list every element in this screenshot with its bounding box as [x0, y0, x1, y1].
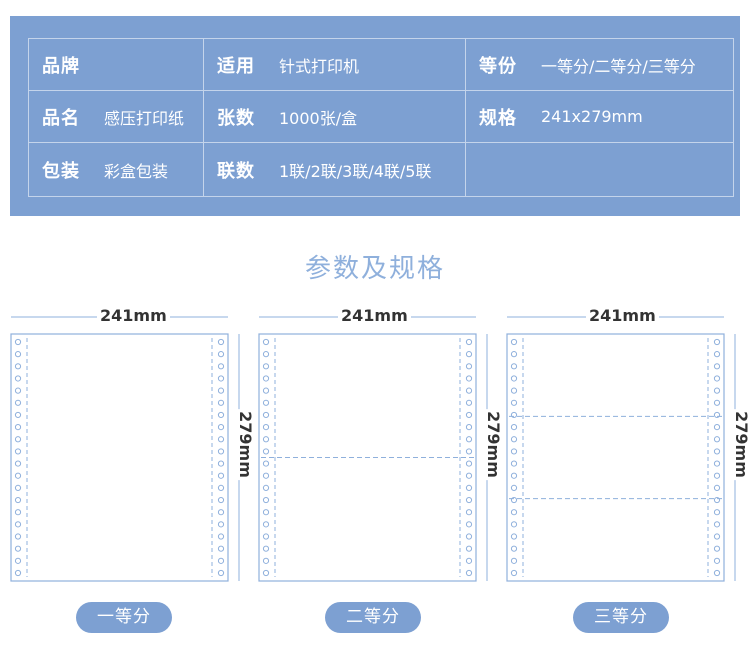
spec-cell-size: 规格 241x279mm: [466, 91, 733, 143]
paper-diagram-1: 241mm 279mm: [10, 300, 255, 600]
width-label: 241mm: [97, 306, 170, 325]
spec-cell-product-name: 品名 感压打印纸: [29, 91, 204, 143]
spec-value: 241x279mm: [541, 107, 643, 126]
spec-cell-sheets: 张数 1000张/盒: [204, 91, 466, 143]
spec-cell-applicable: 适用 针式打印机: [204, 39, 466, 91]
paper-sheet-3: [506, 316, 736, 582]
paper-diagram-3: 241mm 279mm: [506, 300, 750, 600]
caption-pill-3: 三等分: [573, 602, 669, 633]
spec-value: 彩盒包装: [104, 161, 169, 181]
caption-pill-2: 二等分: [325, 602, 421, 633]
section-title: 参数及规格: [304, 254, 445, 284]
spec-value: 针式打印机: [279, 56, 360, 76]
caption-pill-1: 一等分: [76, 602, 172, 633]
spec-key: 品牌: [42, 55, 80, 77]
spec-key: 规格: [479, 107, 517, 129]
height-label: 279mm: [731, 409, 750, 480]
spec-value: 感压打印纸: [104, 108, 185, 128]
height-label: 279mm: [235, 409, 255, 480]
paper-diagram-2: 241mm 279mm: [258, 300, 503, 600]
spec-value: 1000张/盒: [279, 108, 358, 128]
spec-value: 一等分/二等分/三等分: [541, 56, 696, 76]
spec-key: 品名: [42, 107, 80, 129]
spec-key: 等份: [479, 55, 517, 77]
spec-key: 适用: [217, 55, 255, 77]
spec-cell-packaging: 包装 彩盒包装: [29, 143, 204, 196]
sheet-border: [10, 333, 229, 582]
height-label: 279mm: [483, 409, 503, 480]
paper-sheet-2: [258, 316, 488, 582]
spec-cell-division: 等份 一等分/二等分/三等分: [466, 39, 733, 91]
sheet-border: [506, 333, 725, 582]
spec-cell-plies: 联数 1联/2联/3联/4联/5联: [204, 143, 466, 196]
spec-value: 1联/2联/3联/4联/5联: [279, 161, 432, 181]
paper-sheet-1: [10, 316, 240, 582]
spec-cell-empty: [466, 143, 733, 196]
spec-key: 包装: [42, 160, 80, 182]
spec-key: 联数: [217, 160, 255, 182]
width-label: 241mm: [338, 306, 411, 325]
spec-panel: 品牌 适用 针式打印机 等份 一等分/二等分/三等分 品名 感压打印纸 张数 1…: [10, 16, 740, 216]
spec-table: 品牌 适用 针式打印机 等份 一等分/二等分/三等分 品名 感压打印纸 张数 1…: [28, 38, 734, 197]
spec-key: 张数: [217, 107, 255, 129]
width-label: 241mm: [586, 306, 659, 325]
spec-cell-brand: 品牌: [29, 39, 204, 91]
